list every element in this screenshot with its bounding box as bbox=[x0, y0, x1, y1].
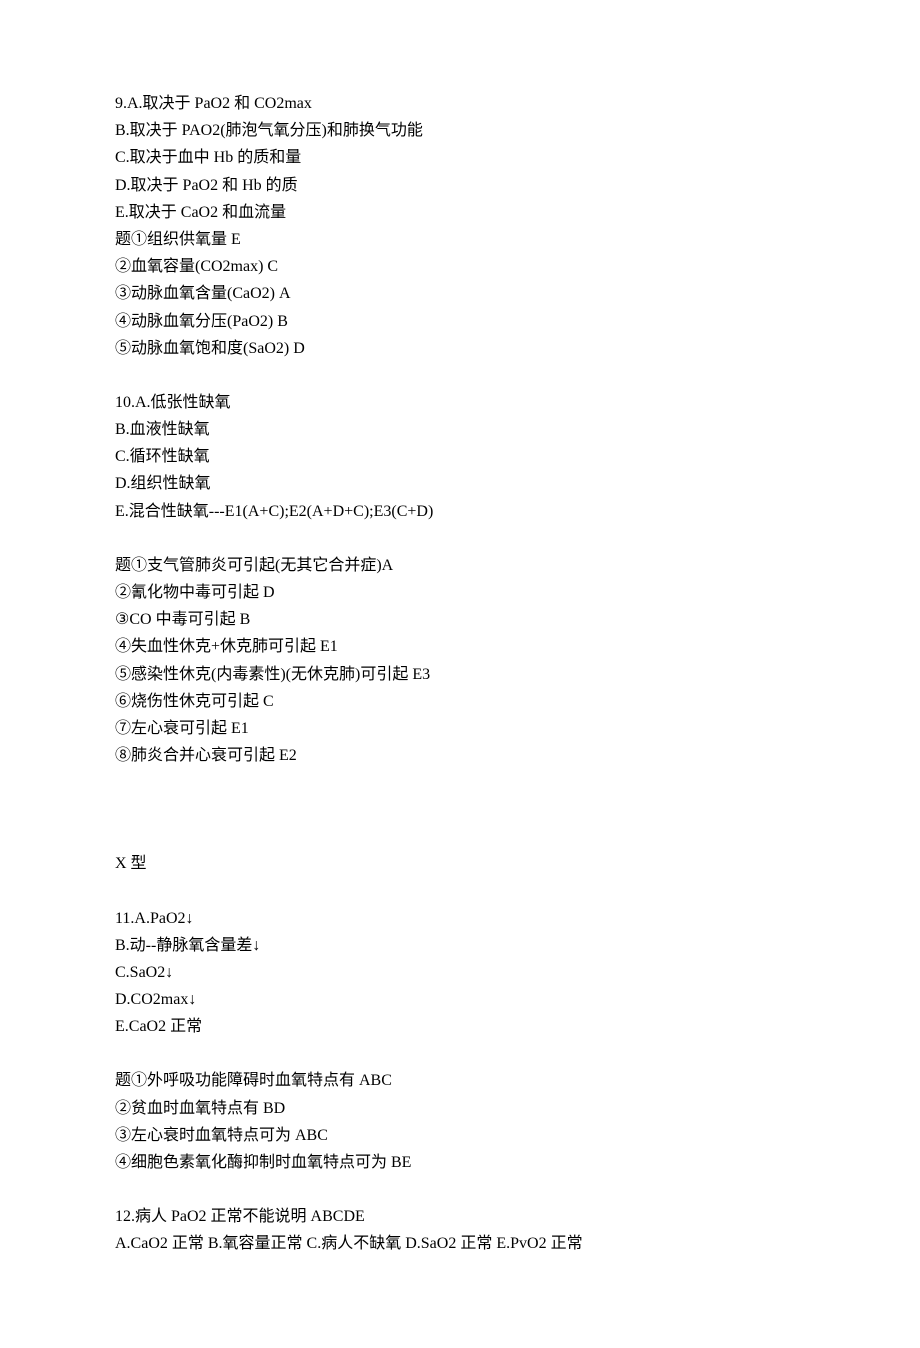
q10-sub-3: ③CO 中毒可引起 B bbox=[115, 606, 805, 633]
spacer bbox=[115, 1176, 805, 1203]
q9-opt-d: D.取决于 PaO2 和 Hb 的质 bbox=[115, 172, 805, 199]
q11-opt-c: C.SaO2↓ bbox=[115, 959, 805, 986]
q10-sub-7: ⑦左心衰可引起 E1 bbox=[115, 715, 805, 742]
q10-sub-1: 题①支气管肺炎可引起(无其它合并症)A bbox=[115, 552, 805, 579]
q11-sub-4: ④细胞色素氧化酶抑制时血氧特点可为 BE bbox=[115, 1149, 805, 1176]
q11-sub-3: ③左心衰时血氧特点可为 ABC bbox=[115, 1122, 805, 1149]
q11-sub-1: 题①外呼吸功能障碍时血氧特点有 ABC bbox=[115, 1067, 805, 1094]
q10-sub-6: ⑥烧伤性休克可引起 C bbox=[115, 688, 805, 715]
spacer bbox=[115, 1040, 805, 1067]
q9-header: 9.A.取决于 PaO2 和 CO2max bbox=[115, 90, 805, 117]
q11-opt-b: B.动--静脉氧含量差↓ bbox=[115, 932, 805, 959]
q10-sub-4: ④失血性休克+休克肺可引起 E1 bbox=[115, 633, 805, 660]
page-content: 9.A.取决于 PaO2 和 CO2max B.取决于 PAO2(肺泡气氧分压)… bbox=[0, 0, 920, 1348]
q10-sub-8: ⑧肺炎合并心衰可引起 E2 bbox=[115, 742, 805, 769]
q10-opt-d: D.组织性缺氧 bbox=[115, 470, 805, 497]
spacer bbox=[115, 769, 805, 796]
q11-sub-2: ②贫血时血氧特点有 BD bbox=[115, 1095, 805, 1122]
q10-header: 10.A.低张性缺氧 bbox=[115, 389, 805, 416]
q9-sub-2: ②血氧容量(CO2max) C bbox=[115, 253, 805, 280]
q9-opt-e: E.取决于 CaO2 和血流量 bbox=[115, 199, 805, 226]
q10-opt-e: E.混合性缺氧---E1(A+C);E2(A+D+C);E3(C+D) bbox=[115, 498, 805, 525]
q9-sub-5: ⑤动脉血氧饱和度(SaO2) D bbox=[115, 335, 805, 362]
q11-opt-e: E.CaO2 正常 bbox=[115, 1013, 805, 1040]
q9-sub-4: ④动脉血氧分压(PaO2) B bbox=[115, 308, 805, 335]
q10-opt-c: C.循环性缺氧 bbox=[115, 443, 805, 470]
q11-header: 11.A.PaO2↓ bbox=[115, 905, 805, 932]
spacer bbox=[115, 796, 805, 823]
q10-sub-5: ⑤感染性休克(内毒素性)(无休克肺)可引起 E3 bbox=[115, 661, 805, 688]
q9-sub-1: 题①组织供氧量 E bbox=[115, 226, 805, 253]
spacer bbox=[115, 878, 805, 905]
q9-opt-b: B.取决于 PAO2(肺泡气氧分压)和肺换气功能 bbox=[115, 117, 805, 144]
q9-sub-3: ③动脉血氧含量(CaO2) A bbox=[115, 280, 805, 307]
x-type-heading: X 型 bbox=[115, 850, 805, 877]
q10-sub-2: ②氰化物中毒可引起 D bbox=[115, 579, 805, 606]
q9-opt-c: C.取决于血中 Hb 的质和量 bbox=[115, 144, 805, 171]
spacer bbox=[115, 362, 805, 389]
spacer bbox=[115, 823, 805, 850]
q12-opts: A.CaO2 正常 B.氧容量正常 C.病人不缺氧 D.SaO2 正常 E.Pv… bbox=[115, 1230, 805, 1257]
q10-opt-b: B.血液性缺氧 bbox=[115, 416, 805, 443]
spacer bbox=[115, 525, 805, 552]
q12-header: 12.病人 PaO2 正常不能说明 ABCDE bbox=[115, 1203, 805, 1230]
q11-opt-d: D.CO2max↓ bbox=[115, 986, 805, 1013]
